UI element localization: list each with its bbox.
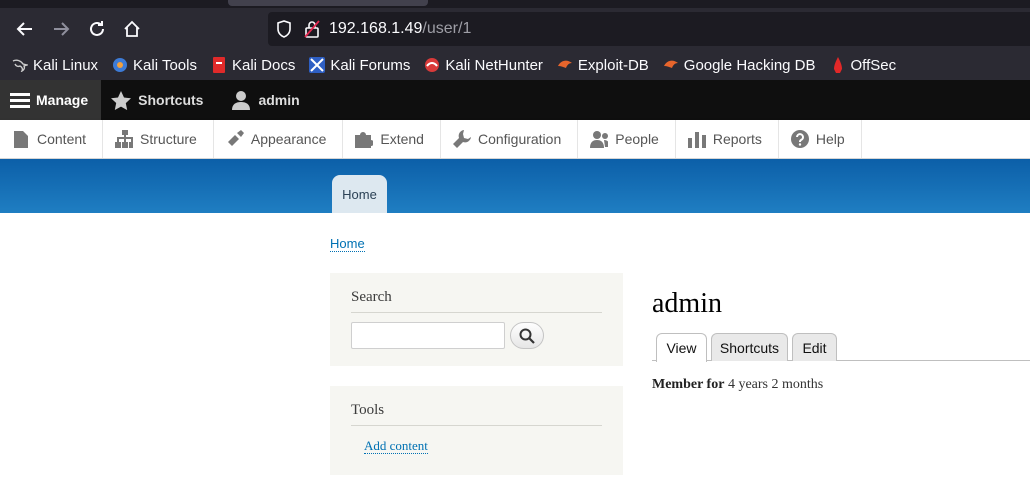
toolbar-manage[interactable]: Manage — [0, 80, 102, 120]
search-button[interactable] — [510, 322, 544, 349]
toolbar-user[interactable]: admin — [216, 80, 312, 120]
people-icon — [590, 130, 609, 148]
breadcrumb-home[interactable]: Home — [330, 236, 365, 252]
page-title: admin — [652, 288, 722, 319]
bookmark-kali-docs[interactable]: Kali Docs — [211, 57, 295, 74]
document-icon — [12, 130, 30, 148]
tray-configuration[interactable]: Configuration — [441, 120, 579, 158]
offsec-icon — [830, 57, 846, 73]
paintbrush-icon — [226, 130, 244, 148]
user-icon — [232, 90, 251, 110]
member-for-label: Member for — [652, 377, 725, 392]
primary-tab-home[interactable]: Home — [332, 175, 387, 213]
tray-appearance[interactable]: Appearance — [214, 120, 344, 158]
star-icon — [111, 90, 132, 110]
browser-tabstrip — [0, 0, 1030, 8]
nethunter-icon — [424, 57, 440, 73]
home-icon[interactable] — [115, 8, 149, 50]
bookmarks-toolbar: Kali Linux Kali Tools Kali Docs Kali For… — [0, 50, 1030, 80]
tray-structure[interactable]: Structure — [103, 120, 214, 158]
kali-forums-icon — [309, 57, 326, 73]
sitemap-icon — [115, 130, 134, 148]
exploit-db-icon — [557, 57, 573, 73]
tray-content[interactable]: Content — [0, 120, 104, 158]
bookmark-offsec[interactable]: OffSec — [830, 57, 896, 74]
forward-arrow-icon[interactable] — [44, 8, 78, 50]
bookmark-exploit-db[interactable]: Exploit-DB — [557, 57, 649, 74]
tray-people[interactable]: People — [578, 120, 676, 158]
active-browser-tab[interactable] — [228, 0, 428, 6]
kali-docs-icon — [211, 57, 227, 73]
search-input[interactable] — [351, 322, 505, 349]
toolbar-shortcuts[interactable]: Shortcuts — [101, 80, 216, 120]
kali-dragon-icon — [12, 57, 28, 73]
tray-help[interactable]: Help — [779, 120, 862, 158]
search-block: Search — [330, 273, 623, 366]
admin-toolbar-tray: Content Structure Appearance Extend Conf… — [0, 120, 1030, 159]
bookmark-kali-forums[interactable]: Kali Forums — [309, 57, 410, 74]
tab-edit[interactable]: Edit — [792, 333, 837, 361]
tools-block-title: Tools — [351, 402, 602, 426]
hamburger-icon — [10, 92, 30, 108]
shield-icon[interactable] — [276, 20, 294, 38]
url-path: /user/1 — [422, 20, 472, 37]
add-content-link[interactable]: Add content — [364, 439, 428, 454]
tab-shortcuts[interactable]: Shortcuts — [711, 333, 788, 361]
question-icon — [790, 130, 809, 148]
reload-icon[interactable] — [80, 8, 114, 50]
search-block-title: Search — [351, 289, 602, 313]
bar-chart-icon — [687, 130, 706, 148]
member-for: Member for 4 years 2 months — [652, 377, 823, 393]
bookmark-kali-tools[interactable]: Kali Tools — [112, 57, 197, 74]
site-header: Home — [0, 159, 1030, 213]
kali-tools-icon — [112, 57, 128, 73]
search-icon — [519, 328, 535, 344]
bookmark-kali-nethunter[interactable]: Kali NetHunter — [424, 57, 543, 74]
tab-view[interactable]: View — [656, 333, 707, 362]
puzzle-icon — [355, 130, 374, 148]
url-text[interactable]: 192.168.1.49/user/1 — [329, 20, 471, 38]
bookmark-google-hacking-db[interactable]: Google Hacking DB — [663, 57, 816, 74]
member-for-value: 4 years 2 months — [727, 377, 824, 392]
tray-reports[interactable]: Reports — [676, 120, 779, 158]
tools-block: Tools Add content — [330, 386, 623, 475]
tray-extend[interactable]: Extend — [343, 120, 441, 158]
url-bar[interactable]: 192.168.1.49/user/1 — [268, 12, 1030, 46]
insecure-lock-icon[interactable] — [304, 20, 322, 38]
admin-toolbar: Manage Shortcuts admin — [0, 80, 1030, 120]
ghdb-icon — [663, 57, 679, 73]
wrench-icon — [452, 130, 471, 148]
browser-navbar: 192.168.1.49/user/1 — [0, 8, 1030, 50]
local-tasks-tabs: View Shortcuts Edit — [652, 333, 1030, 362]
back-arrow-icon[interactable] — [8, 8, 42, 50]
url-host: 192.168.1.49 — [329, 20, 423, 37]
bookmark-kali-linux[interactable]: Kali Linux — [12, 57, 98, 74]
